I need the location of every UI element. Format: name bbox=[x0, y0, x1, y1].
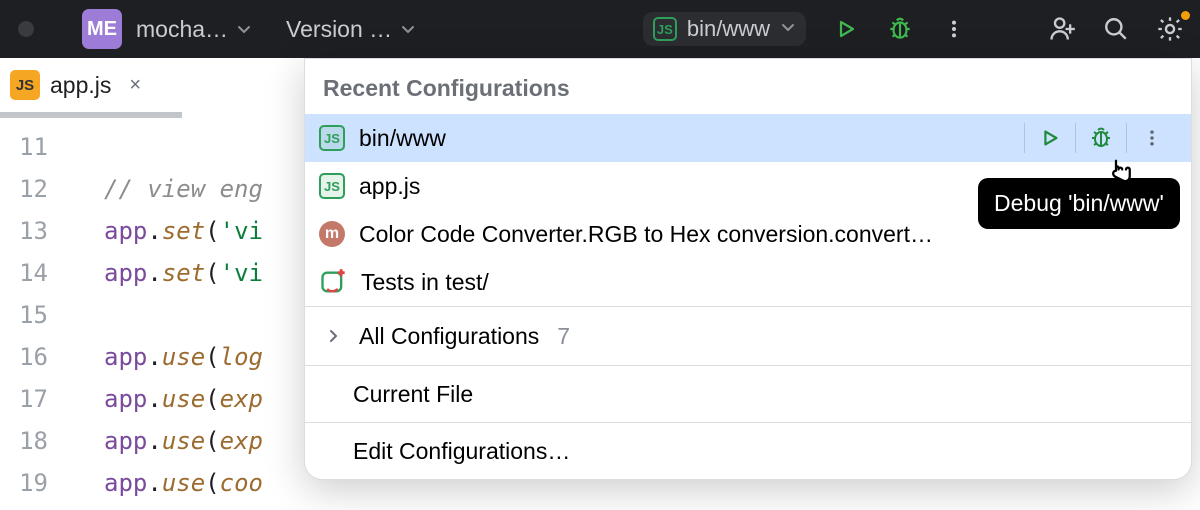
mouse-cursor-icon bbox=[1106, 157, 1136, 192]
mocha-icon: m bbox=[319, 221, 345, 247]
current-file-label: Current File bbox=[353, 381, 473, 408]
tests-folder-icon bbox=[319, 268, 347, 296]
all-configurations-row[interactable]: All Configurations 7 bbox=[305, 307, 1191, 365]
chevron-down-icon bbox=[780, 19, 796, 40]
all-configurations-count: 7 bbox=[557, 323, 570, 350]
config-item-label: bin/www bbox=[359, 125, 1010, 152]
run-config-label: bin/www bbox=[687, 16, 770, 42]
all-configurations-label: All Configurations bbox=[359, 323, 539, 350]
config-item-tests[interactable]: Tests in test/ bbox=[305, 258, 1191, 306]
debug-config-button[interactable] bbox=[1076, 118, 1126, 158]
run-config-selector[interactable]: JS bin/www bbox=[643, 12, 806, 46]
run-button[interactable] bbox=[826, 9, 866, 49]
nodejs-icon: JS bbox=[653, 17, 677, 41]
tab-filename[interactable]: app.js bbox=[50, 72, 111, 99]
window-close-dot[interactable] bbox=[18, 21, 34, 37]
more-actions-button[interactable] bbox=[934, 9, 974, 49]
nodejs-icon: JS bbox=[319, 125, 345, 151]
project-name-label: mocha… bbox=[136, 16, 228, 43]
debug-tooltip: Debug 'bin/www' bbox=[978, 178, 1180, 229]
settings-notification-dot bbox=[1181, 11, 1190, 20]
chevron-right-icon bbox=[325, 323, 341, 350]
settings-button[interactable] bbox=[1150, 9, 1190, 49]
nodejs-icon: JS bbox=[319, 173, 345, 199]
edit-configurations-label: Edit Configurations… bbox=[353, 438, 570, 465]
version-label: Version … bbox=[286, 16, 392, 43]
close-tab-button[interactable]: × bbox=[129, 74, 141, 97]
search-button[interactable] bbox=[1096, 9, 1136, 49]
project-badge[interactable]: ME bbox=[82, 9, 122, 49]
debug-button[interactable] bbox=[880, 9, 920, 49]
config-item-bin-www[interactable]: JS bin/www bbox=[305, 114, 1191, 162]
project-name-dropdown[interactable]: mocha… bbox=[136, 16, 252, 43]
chevron-down-icon bbox=[400, 16, 416, 43]
line-number-gutter: 111213 141516 171819 bbox=[0, 126, 66, 504]
run-config-button[interactable] bbox=[1025, 118, 1075, 158]
code-with-me-button[interactable] bbox=[1042, 9, 1082, 49]
config-more-button[interactable] bbox=[1127, 118, 1177, 158]
popup-header: Recent Configurations bbox=[305, 59, 1191, 114]
version-control-dropdown[interactable]: Version … bbox=[286, 16, 416, 43]
edit-configurations-row[interactable]: Edit Configurations… bbox=[305, 423, 1191, 479]
tab-active-indicator bbox=[0, 112, 182, 118]
titlebar: ME mocha… Version … JS bin/www bbox=[0, 0, 1200, 58]
run-config-popup: Recent Configurations JS bin/www JS app.… bbox=[304, 58, 1192, 480]
chevron-down-icon bbox=[236, 16, 252, 43]
js-file-icon: JS bbox=[10, 70, 40, 100]
config-item-actions bbox=[1024, 118, 1177, 158]
current-file-row[interactable]: Current File bbox=[305, 366, 1191, 422]
config-item-label: Tests in test/ bbox=[361, 269, 1177, 296]
code-lines: // view eng app.set('vi app.set('vi app.… bbox=[66, 126, 263, 504]
